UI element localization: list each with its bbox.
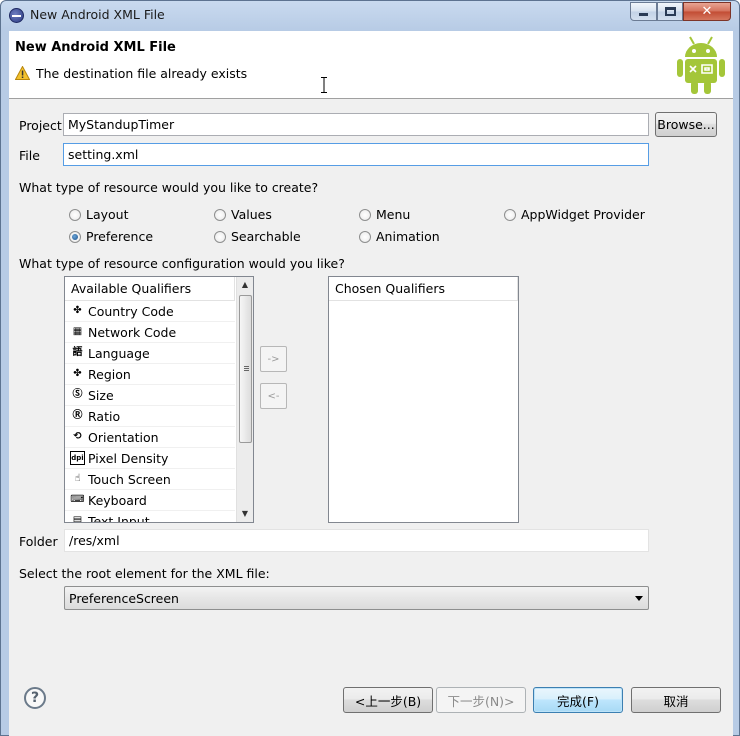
window-title: New Android XML File (30, 7, 165, 22)
radio-animation-label: Animation (376, 229, 440, 244)
radio-appwidget-provider-label: AppWidget Provider (521, 207, 645, 222)
wizard-banner: New Android XML File The destination fil… (9, 31, 733, 99)
radio-values-circle[interactable] (214, 208, 226, 221)
maximize-icon (664, 7, 676, 16)
size-icon: Ⓢ (72, 389, 83, 400)
list-item[interactable]: ✤ Country Code (65, 301, 235, 322)
available-qualifiers-list[interactable]: Available Qualifiers ✤ Country Code ▦ Netw… (64, 276, 254, 523)
back-button[interactable]: <上一步(B) (343, 687, 433, 713)
radio-appwidget-provider-circle[interactable] (504, 208, 516, 221)
file-label: File (19, 148, 40, 163)
finish-button[interactable]: 完成(F) (533, 687, 623, 713)
radio-searchable[interactable]: Searchable (214, 229, 301, 244)
radio-preference-circle[interactable] (69, 230, 81, 243)
text-input-icon: ▤ (72, 515, 83, 523)
minimize-button[interactable] (630, 2, 657, 21)
warning-icon (15, 66, 30, 80)
scrollbar-thumb[interactable] (239, 295, 252, 443)
root-element-question: Select the root element for the XML file… (19, 566, 270, 581)
radio-layout-label: Layout (86, 207, 129, 222)
dialog-client: New Android XML File The destination fil… (9, 31, 733, 736)
touch-screen-icon: ☝ (74, 473, 81, 484)
available-qualifiers-header: Available Qualifiers (65, 277, 235, 301)
list-item-label: Orientation (88, 429, 159, 445)
list-item[interactable]: 語 Language (65, 343, 235, 364)
list-item[interactable]: ▤ Text Input (65, 511, 235, 523)
radio-animation-circle[interactable] (359, 230, 371, 243)
folder-field[interactable]: /res/xml (64, 529, 649, 552)
radio-values-label: Values (231, 207, 272, 222)
chosen-qualifiers-list[interactable]: Chosen Qualifiers (328, 276, 519, 523)
close-icon: ✕ (701, 4, 713, 19)
orientation-icon: ⟲ (73, 431, 82, 442)
help-icon[interactable]: ? (24, 687, 46, 709)
file-field[interactable]: setting.xml (63, 143, 649, 166)
radio-preference-label: Preference (86, 229, 154, 244)
pixel-density-icon: dpi (70, 451, 85, 465)
list-item[interactable]: ✤ Region (65, 364, 235, 385)
list-item-label: Text Input (88, 513, 150, 523)
list-item[interactable]: ⌨ Keyboard (65, 490, 235, 511)
list-item-label: Network Code (88, 324, 177, 340)
radio-layout[interactable]: Layout (69, 207, 129, 222)
radio-menu-circle[interactable] (359, 208, 371, 221)
scroll-down-icon[interactable]: ▼ (237, 506, 253, 522)
radio-animation[interactable]: Animation (359, 229, 440, 244)
chosen-qualifiers-header: Chosen Qualifiers (329, 277, 518, 301)
minimize-icon (639, 13, 648, 16)
list-item-label: Touch Screen (88, 471, 171, 487)
list-item[interactable]: ☝ Touch Screen (65, 469, 235, 490)
list-item-label: Country Code (88, 303, 174, 319)
list-item-label: Pixel Density (88, 450, 169, 466)
browse-button[interactable]: Browse... (655, 112, 717, 137)
list-item[interactable]: ⟲ Orientation (65, 427, 235, 448)
list-item[interactable]: ▦ Network Code (65, 322, 235, 343)
list-item[interactable]: dpi Pixel Density (65, 448, 235, 469)
maximize-button[interactable] (657, 2, 683, 21)
language-icon: 語 (72, 347, 83, 358)
add-qualifier-button[interactable]: -> (260, 346, 287, 372)
radio-values[interactable]: Values (214, 207, 272, 222)
banner-title: New Android XML File (15, 40, 176, 55)
list-item[interactable]: Ⓢ Size (65, 385, 235, 406)
project-field[interactable]: MyStandupTimer (63, 113, 649, 136)
dropdown-arrow-icon (635, 596, 643, 601)
country-code-icon: ✤ (73, 305, 82, 316)
radio-preference[interactable]: Preference (69, 229, 153, 244)
remove-qualifier-button[interactable]: <- (260, 383, 287, 409)
root-element-select[interactable]: PreferenceScreen (64, 586, 649, 610)
cancel-button[interactable]: 取消 (631, 687, 721, 713)
project-label: Project (19, 118, 62, 133)
text-cursor-icon (321, 77, 327, 93)
resource-type-question: What type of resource would you like to … (19, 180, 319, 195)
title-bar[interactable]: New Android XML File ✕ (1, 1, 739, 29)
next-button[interactable]: 下一步(N)> (436, 687, 526, 713)
dialog-window: New Android XML File ✕ New Android XML F… (0, 0, 740, 736)
radio-layout-circle[interactable] (69, 208, 81, 221)
available-list-scrollbar[interactable]: ▲ ▼ (236, 277, 253, 522)
keyboard-icon: ⌨ (70, 494, 85, 505)
radio-searchable-label: Searchable (231, 229, 301, 244)
eclipse-icon (9, 8, 24, 23)
ratio-icon: Ⓡ (72, 410, 83, 421)
radio-menu[interactable]: Menu (359, 207, 410, 222)
radio-searchable-circle[interactable] (214, 230, 226, 243)
config-question: What type of resource configuration woul… (19, 256, 345, 271)
list-item[interactable]: Ⓡ Ratio (65, 406, 235, 427)
list-item-label: Ratio (88, 408, 121, 424)
list-item-label: Size (88, 387, 114, 403)
folder-label: Folder (19, 534, 58, 549)
list-item-label: Region (88, 366, 131, 382)
network-code-icon: ▦ (72, 326, 83, 337)
radio-appwidget-provider[interactable]: AppWidget Provider (504, 207, 645, 222)
root-element-value: PreferenceScreen (69, 591, 179, 606)
radio-menu-label: Menu (376, 207, 411, 222)
list-item-label: Language (88, 345, 150, 361)
region-icon: ✤ (73, 368, 82, 379)
banner-message: The destination file already exists (36, 66, 248, 81)
list-item-label: Keyboard (88, 492, 147, 508)
scroll-up-icon[interactable]: ▲ (237, 277, 253, 293)
android-logo (677, 36, 725, 94)
close-button[interactable]: ✕ (683, 2, 731, 21)
